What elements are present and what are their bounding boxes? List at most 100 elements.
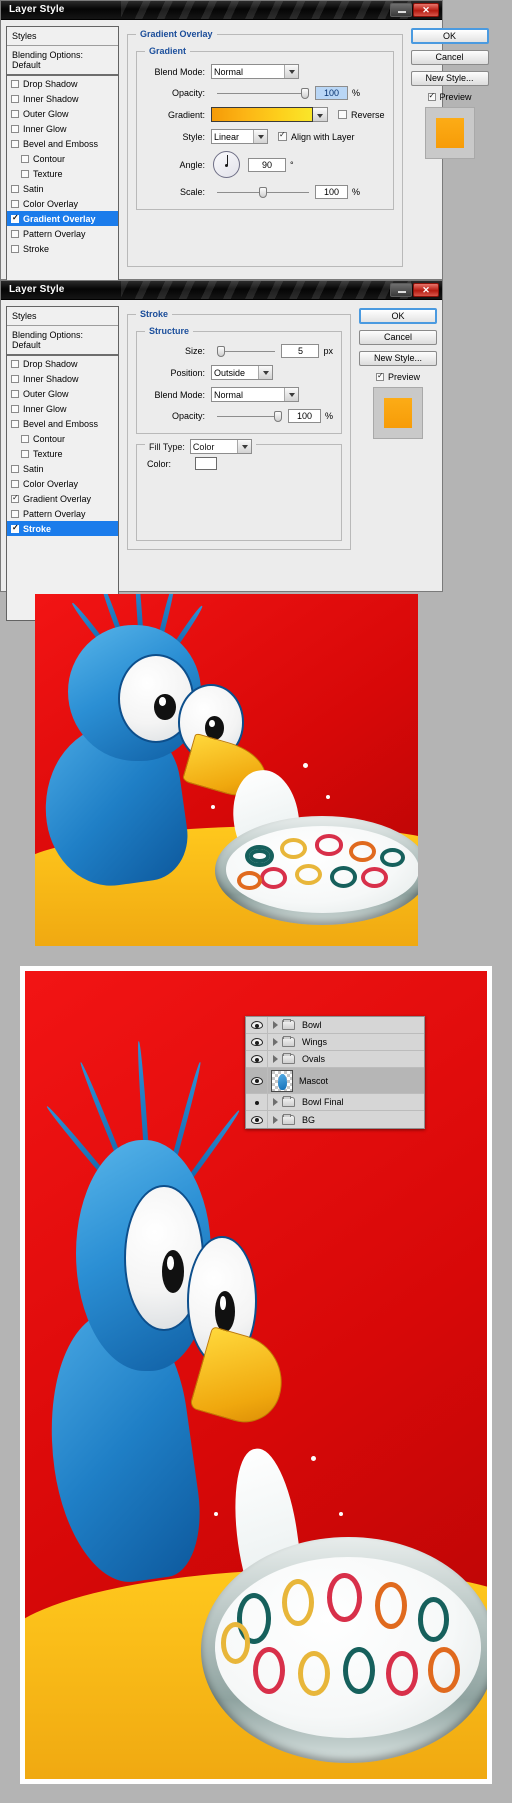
checkbox-icon[interactable] [375,371,384,381]
style-item-stroke[interactable]: Stroke [7,521,118,536]
chevron-down-icon[interactable] [284,388,298,401]
blending-options-item[interactable]: Blending Options: Default [7,46,118,76]
slider-knob[interactable] [259,186,268,198]
style-item-bevel-and-emboss[interactable]: Bevel and Emboss [7,136,118,151]
layer-visibility-toggle[interactable] [246,1034,268,1050]
close-icon[interactable]: ✕ [413,283,439,297]
checkbox-icon[interactable] [11,244,19,253]
style-item-pattern-overlay[interactable]: Pattern Overlay [7,506,118,521]
styles-list-header[interactable]: Styles [7,307,118,326]
opacity-slider[interactable] [217,87,309,100]
preview-checkbox[interactable]: Preview [411,91,489,102]
checkbox-icon[interactable] [21,434,29,443]
checkbox-icon[interactable] [427,91,436,101]
checkbox-icon[interactable] [11,493,19,503]
chevron-down-icon[interactable] [236,440,251,453]
new-style-button[interactable]: New Style... [410,71,489,86]
size-input[interactable]: 5 [281,344,320,358]
layer-visibility-toggle[interactable] [246,1051,268,1067]
style-item-drop-shadow[interactable]: Drop Shadow [7,356,118,371]
cancel-button[interactable]: Cancel [410,50,489,65]
style-item-inner-glow[interactable]: Inner Glow [7,401,118,416]
gradient-preset-chevron-icon[interactable] [313,107,328,122]
styles-list[interactable]: Styles Blending Options: Default Drop Sh… [6,306,119,621]
opacity-slider[interactable] [217,410,282,423]
eye-icon[interactable] [250,1076,263,1085]
checkbox-icon[interactable] [11,374,19,383]
eye-icon[interactable] [250,1021,263,1029]
style-item-satin[interactable]: Satin [7,181,118,196]
layer-visibility-toggle[interactable] [246,1068,268,1093]
reverse-checkbox[interactable]: Reverse [338,110,385,120]
layer-style-dialog-gradient-overlay[interactable]: Layer Style ✕ Styles Blending Options: D… [0,0,489,315]
close-icon[interactable]: ✕ [413,3,439,17]
angle-dial[interactable] [213,151,240,178]
chevron-right-icon[interactable] [273,1038,278,1046]
dialog-titlebar[interactable]: Layer Style ✕ [1,281,442,300]
checkbox-icon[interactable] [11,79,19,88]
style-item-gradient-overlay[interactable]: Gradient Overlay [7,211,118,226]
scale-slider[interactable] [217,186,309,199]
checkbox-icon[interactable] [11,419,19,428]
checkbox-icon[interactable] [21,154,29,163]
style-item-inner-shadow[interactable]: Inner Shadow [7,91,118,106]
chevron-down-icon[interactable] [284,65,298,78]
checkbox-icon[interactable] [11,509,19,518]
dialog-titlebar[interactable]: Layer Style ✕ [1,1,442,20]
style-item-contour[interactable]: Contour [7,151,118,166]
style-item-color-overlay[interactable]: Color Overlay [7,476,118,491]
opacity-input[interactable]: 100 [315,86,348,100]
style-item-drop-shadow[interactable]: Drop Shadow [7,76,118,91]
checkbox-icon[interactable] [11,139,19,148]
checkbox-icon[interactable] [11,199,19,208]
slider-knob[interactable] [273,410,282,422]
checkbox-icon[interactable] [21,169,29,178]
scale-input[interactable]: 100 [315,185,348,199]
style-item-inner-shadow[interactable]: Inner Shadow [7,371,118,386]
gradient-style-select[interactable]: Linear [211,129,268,144]
blend-mode-select[interactable]: Normal [211,387,299,402]
table-row[interactable]: Bowl [246,1017,424,1034]
chevron-right-icon[interactable] [273,1021,278,1029]
slider-knob[interactable] [301,87,309,99]
minimize-icon[interactable] [390,3,412,17]
checkbox-icon[interactable] [11,389,19,398]
blend-mode-select[interactable]: Normal [211,64,299,79]
layer-thumbnail[interactable] [271,1069,293,1092]
eye-icon[interactable] [250,1055,263,1063]
checkbox-icon[interactable] [338,110,347,119]
checkbox-icon[interactable] [11,479,19,488]
new-style-button[interactable]: New Style... [359,351,437,366]
minimize-icon[interactable] [390,283,412,297]
size-slider[interactable] [217,345,276,358]
style-item-outer-glow[interactable]: Outer Glow [7,386,118,401]
gradient-swatch[interactable] [211,107,313,122]
layer-style-dialog-stroke[interactable]: Layer Style ✕ Styles Blending Options: D… [0,280,443,621]
style-item-satin[interactable]: Satin [7,461,118,476]
ok-button[interactable]: OK [410,28,489,44]
style-item-texture[interactable]: Texture [7,446,118,461]
style-item-texture[interactable]: Texture [7,166,118,181]
fill-type-select[interactable]: Color [189,439,252,454]
checkbox-icon[interactable] [11,94,19,103]
style-item-contour[interactable]: Contour [7,431,118,446]
angle-input[interactable]: 90 [248,157,286,172]
opacity-input[interactable]: 100 [287,409,321,423]
align-with-layer-checkbox[interactable]: Align with Layer [278,130,355,142]
stroke-color-swatch[interactable] [195,457,217,470]
preview-checkbox[interactable]: Preview [359,371,437,382]
window-controls[interactable]: ✕ [390,3,439,17]
checkbox-icon[interactable] [11,523,19,533]
chevron-right-icon[interactable] [273,1055,278,1063]
styles-list-header[interactable]: Styles [7,27,118,46]
style-item-pattern-overlay[interactable]: Pattern Overlay [7,226,118,241]
style-item-bevel-and-emboss[interactable]: Bevel and Emboss [7,416,118,431]
table-row[interactable]: Mascot [246,1068,424,1094]
table-row[interactable]: Ovals [246,1051,424,1068]
styles-list[interactable]: Styles Blending Options: Default Drop Sh… [6,26,119,315]
window-controls[interactable]: ✕ [390,283,439,297]
position-select[interactable]: Outside [211,365,273,380]
checkbox-icon[interactable] [11,359,19,368]
eye-icon[interactable] [250,1038,263,1046]
layer-visibility-toggle[interactable] [246,1017,268,1033]
